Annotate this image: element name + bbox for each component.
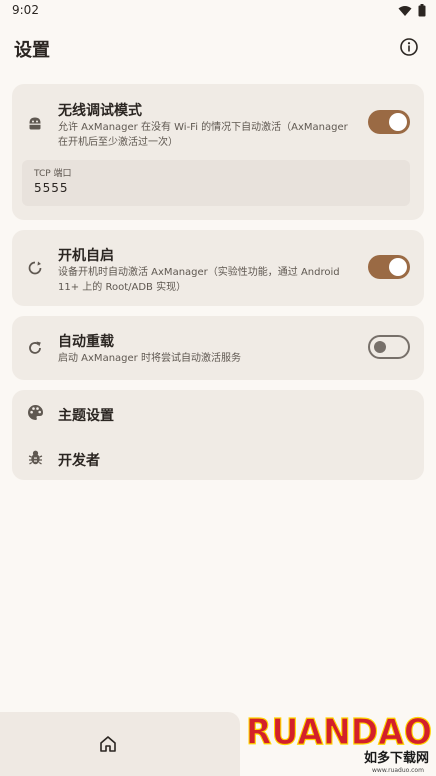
watermark-logo: RUANDAO 如多下载网 www.ruaduo.com	[245, 711, 432, 774]
app-bar: 设置	[0, 28, 436, 68]
boot-description: 设备开机时自动激活 AxManager（实验性功能，通过 Android 11+…	[58, 267, 340, 293]
info-icon[interactable]	[398, 36, 420, 58]
boot-title: 开机自启	[58, 248, 114, 264]
status-time: 9:02	[12, 3, 39, 17]
menu-card: 主题设置 开发者	[12, 390, 424, 480]
reload-card: 自动重载 启动 AxManager 时将尝试自动激活服务	[12, 316, 424, 380]
watermark-tagline: 如多下载网	[364, 750, 429, 766]
toggle-knob	[374, 341, 386, 353]
tcp-port-field[interactable]: TCP 端口 5555	[22, 160, 410, 206]
theme-settings-label: 主题设置	[58, 408, 114, 424]
home-icon[interactable]	[98, 734, 118, 754]
developer-item[interactable]: 开发者	[12, 435, 424, 480]
wireless-debug-description: 允许 AxManager 在没有 Wi-Fi 的情况下自动激活（AxManage…	[58, 122, 348, 148]
palette-icon	[26, 403, 44, 421]
boot-card: 开机自启 设备开机时自动激活 AxManager（实验性功能，通过 Androi…	[12, 230, 424, 306]
page-title: 设置	[14, 40, 50, 61]
status-icons	[398, 4, 426, 17]
android-icon	[26, 114, 44, 132]
watermark-brand: RUANDAO	[246, 712, 432, 753]
battery-icon	[418, 4, 426, 17]
wireless-debug-title: 无线调试模式	[58, 103, 142, 119]
tcp-port-value: 5555	[34, 181, 69, 195]
bottom-nav	[0, 712, 240, 776]
toggle-knob	[389, 113, 407, 131]
theme-settings-item[interactable]: 主题设置	[12, 390, 424, 435]
power-cycle-icon	[26, 259, 44, 277]
watermark-url: www.ruaduo.com	[372, 767, 424, 774]
reload-title: 自动重载	[58, 334, 114, 350]
boot-toggle[interactable]	[368, 255, 410, 279]
status-bar: 9:02	[0, 0, 436, 22]
wireless-debug-card: 无线调试模式 允许 AxManager 在没有 Wi-Fi 的情况下自动激活（A…	[12, 84, 424, 220]
bug-icon	[26, 448, 44, 466]
wireless-debug-toggle[interactable]	[368, 110, 410, 134]
reload-description: 启动 AxManager 时将尝试自动激活服务	[58, 353, 241, 364]
reload-toggle[interactable]	[368, 335, 410, 359]
developer-label: 开发者	[58, 453, 100, 469]
wifi-icon	[398, 5, 412, 16]
tcp-port-label: TCP 端口	[34, 169, 72, 179]
refresh-icon	[26, 339, 44, 357]
toggle-knob	[389, 258, 407, 276]
